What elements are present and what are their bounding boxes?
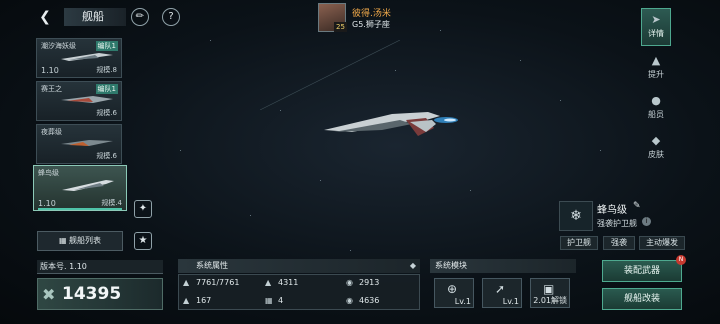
attr-speed: ▲ 167: [183, 293, 261, 309]
power-value: 14395: [62, 284, 122, 304]
ship-model: [324, 112, 458, 136]
fleet-list-button[interactable]: ▦ 舰船列表: [37, 231, 123, 251]
attributes-header[interactable]: 系统属性 ◆: [178, 259, 420, 273]
question-icon: ?: [168, 11, 174, 22]
attributes-title: 系统属性: [196, 261, 228, 270]
ship-card-1[interactable]: 潮汐海妖级 编队1 1.10 规模.8: [36, 38, 122, 78]
module-slot-3[interactable]: ▣ 2.01解锁: [530, 278, 570, 308]
attr-speed-value: 167: [196, 296, 212, 305]
module-slot-1[interactable]: ⊕ Lv.1: [434, 278, 474, 308]
ship-thumbnail: [61, 140, 113, 146]
chevron-left-icon: ❮: [39, 9, 51, 25]
grid-icon: ▦: [58, 236, 67, 245]
side-tab-crew[interactable]: ● 船员: [641, 90, 671, 128]
side-tab-upgrade[interactable]: ▲ 提升: [641, 50, 671, 88]
attr-armor: ▲ 4311: [265, 275, 343, 291]
edit-button[interactable]: ✏: [131, 8, 149, 26]
target-icon: ⊕: [447, 282, 458, 296]
armor-icon: ▲: [265, 278, 272, 287]
role-tag: 护卫舰: [560, 236, 598, 250]
ship-scale: 规模.8: [96, 66, 117, 74]
attr-hp-value: 7761/7761: [196, 278, 240, 287]
crest-icon: ★: [138, 235, 148, 246]
missile-icon: ➚: [495, 282, 506, 296]
speed-icon: ▲: [183, 296, 190, 305]
emblem-icon: ❄: [570, 208, 582, 224]
help-button[interactable]: ?: [162, 8, 180, 26]
ship-type: 强袭护卫舰: [597, 219, 637, 228]
compass-icon: ✦: [138, 203, 148, 214]
module-slot-2[interactable]: ➚ Lv.1: [482, 278, 522, 308]
ship-thumbnail: [62, 180, 114, 191]
ship-scale: 规模.6: [96, 152, 117, 160]
slots-icon: ▦: [265, 296, 273, 305]
ship-card-4[interactable]: 蜂鸟级 1.10 规模.4: [33, 165, 127, 211]
attr-energy: ◉ 4636: [346, 293, 416, 309]
side-tab-label: 皮肤: [648, 150, 664, 159]
energy-icon: ◉: [346, 296, 353, 305]
ship-icon: ➤: [651, 13, 661, 26]
side-tab-label: 船员: [648, 110, 664, 119]
attr-energy-value: 4636: [359, 296, 380, 305]
module-level: Lv.1: [502, 297, 519, 306]
role-tag: 主动爆发: [639, 236, 685, 250]
hp-icon: ▲: [183, 278, 190, 287]
crossed-swords-icon: ✖: [42, 285, 56, 304]
upgrade-icon: ▲: [651, 54, 661, 67]
ship-class-name: 蜂鸟级: [597, 205, 627, 216]
attr-slots: ▦ 4: [265, 293, 343, 309]
role-tag: 强袭: [603, 236, 635, 250]
ship-thumbnail: [61, 53, 113, 61]
info-icon[interactable]: i: [642, 217, 651, 226]
ship-scale: 规模.6: [96, 109, 117, 117]
ranking-button[interactable]: ★: [134, 232, 152, 250]
equip-weapons-button[interactable]: 装配武器: [602, 260, 682, 282]
expand-icon: ◆: [409, 261, 416, 270]
player-name: 彼得.汤米: [352, 9, 391, 19]
version-label: 版本号. 1.10: [37, 260, 163, 274]
side-tab-skin[interactable]: ◆ 皮肤: [641, 130, 671, 168]
side-tab-label: 提升: [648, 70, 664, 79]
ship-version: 1.10: [41, 66, 59, 75]
ship-thumbnail: [61, 96, 113, 103]
lock-icon: ▣: [543, 282, 555, 296]
crew-icon: ●: [651, 94, 661, 107]
light-streak: [260, 40, 400, 110]
fleet-list-label: 舰船列表: [69, 236, 102, 245]
ship-selected-bar: [38, 208, 122, 210]
attr-armor-value: 4311: [278, 278, 299, 287]
back-button[interactable]: ❮: [36, 8, 54, 26]
power-panel: ✖ 14395: [37, 278, 163, 310]
attr-shield: ◉ 2913: [346, 275, 416, 291]
attr-hp: ▲ 7761/7761: [183, 275, 261, 291]
ship-scale: 规模.4: [101, 199, 122, 207]
attr-slots-value: 4: [278, 296, 284, 305]
modules-header: 系统模块: [430, 259, 576, 273]
attr-shield-value: 2913: [359, 278, 380, 287]
skin-icon: ◆: [651, 134, 661, 147]
module-unlock: 2.01解锁: [533, 296, 567, 305]
side-tab-details[interactable]: ➤ 详情: [641, 8, 671, 46]
ship-class-emblem: ❄: [559, 201, 593, 231]
new-badge: N: [676, 255, 686, 265]
rename-icon[interactable]: ✎: [633, 201, 641, 211]
shield-icon: ◉: [346, 278, 353, 287]
ship-name: 蜂鸟级: [38, 169, 59, 177]
brush-icon: ✏: [135, 11, 145, 22]
side-tab-label: 详情: [648, 29, 664, 38]
ship-card-3[interactable]: 夜葬级 规模.6: [36, 124, 122, 164]
player-level: 25: [334, 22, 347, 32]
module-level: Lv.1: [454, 297, 471, 306]
ship-card-2[interactable]: 赛王之 编队1 规模.6: [36, 81, 122, 121]
page-title: 舰船: [64, 8, 126, 26]
refit-ship-button[interactable]: 舰船改装: [602, 288, 682, 310]
player-rank: G5.狮子座: [352, 20, 390, 29]
ship-version: 1.10: [38, 199, 56, 208]
filter-button[interactable]: ✦: [134, 200, 152, 218]
